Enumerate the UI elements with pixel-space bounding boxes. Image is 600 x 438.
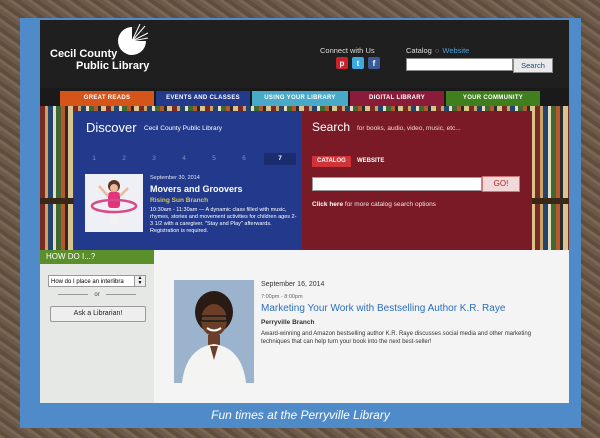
library-logo[interactable]: Cecil County Public Library [50,48,149,72]
nav-digital-library[interactable]: DIGITAL LIBRARY [350,91,444,106]
featured-date: September 16, 2014 [261,281,325,288]
discover-tab-4[interactable]: 4 [174,153,194,165]
event-date: September 30, 2014 [150,175,200,181]
discover-tab-2[interactable]: 2 [114,153,134,165]
author-portrait-image [174,280,254,383]
event-description: 10:30am - 11:30am — A dynamic class fill… [150,207,297,234]
site-header: Cecil County Public Library Connect with… [40,20,569,88]
go-button[interactable]: GO! [482,176,520,192]
twitter-icon[interactable]: t [352,57,364,69]
ask-librarian-button[interactable]: Ask a Librarian! [50,306,146,322]
discover-panel: Discover Cecil County Public Library 1 2… [74,111,302,250]
catalog-search-input[interactable] [312,177,482,191]
discover-title: Discover [86,120,137,135]
child-hula-hoop-image [85,174,143,232]
featured-branch: Perryville Branch [261,319,315,326]
discover-tabs: 1 2 3 4 5 6 7 [84,153,296,165]
featured-time: 7:00pm - 8:00pm [261,294,303,300]
how-do-i-selected: How do I place an interlibra [51,279,124,285]
search-subtitle: for books, audio, video, music, etc... [357,125,461,132]
tab-catalog[interactable]: CATALOG [312,156,351,167]
author-photo[interactable] [174,280,254,383]
search-title: Search [312,120,351,134]
discover-tab-3[interactable]: 3 [144,153,164,165]
nav-your-community[interactable]: YOUR COMMUNITY [446,91,540,106]
nav-events-classes[interactable]: EVENTS AND CLASSES [156,91,250,106]
logo-line2: Public Library [76,60,150,72]
discover-tab-1[interactable]: 1 [84,153,104,165]
featured-event: September 16, 2014 7:00pm - 8:00pm Marke… [154,250,569,403]
header-search-input[interactable] [406,58,513,71]
photo-caption: Fun times at the Perryville Library [211,408,390,422]
header-search-button[interactable]: Search [513,58,553,73]
advanced-search-suffix: for more catalog search options [343,201,436,208]
catalog-option[interactable]: Catalog [406,46,432,55]
how-do-i-panel: HOW DO I...? How do I place an interlibr… [40,250,154,403]
website-screenshot: Cecil County Public Library Connect with… [40,20,569,403]
tab-website[interactable]: WEBSITE [352,156,389,167]
facebook-icon[interactable]: f [368,57,380,69]
search-panel: Search for books, audio, video, music, e… [302,111,532,250]
featured-title[interactable]: Marketing Your Work with Bestselling Aut… [261,303,505,314]
select-arrows-icon: ▲ ▼ [134,276,145,286]
event-branch: Rising Sun Branch [150,197,209,204]
main-nav: GREAT READS EVENTS AND CLASSES USING YOU… [40,88,569,106]
scope-separator-icon: ○ [434,46,440,55]
advanced-search-link[interactable]: Click here [312,201,343,208]
discover-tab-6[interactable]: 6 [234,153,254,165]
event-title[interactable]: Movers and Groovers [150,184,243,194]
discover-subtitle: Cecil County Public Library [144,125,223,132]
connect-label: Connect with Us [320,46,375,55]
website-option[interactable]: Website [442,46,469,55]
how-do-i-title: HOW DO I...? [40,250,154,264]
how-do-i-select[interactable]: How do I place an interlibra ▲ ▼ [48,275,146,287]
social-links: p t f [336,57,380,69]
nav-great-reads[interactable]: GREAT READS [60,91,154,106]
or-divider: or [40,292,154,298]
discover-tab-7[interactable]: 7 [264,153,296,165]
search-scope: Catalog ○ Website [406,46,469,55]
logo-line1: Cecil County [50,48,118,60]
nav-using-library[interactable]: USING YOUR LIBRARY [252,91,348,106]
discover-tab-5[interactable]: 5 [204,153,224,165]
featured-description: Award-winning and Amazon bestselling aut… [261,331,532,345]
event-photo[interactable] [85,174,143,232]
advanced-search-text: Click here for more catalog search optio… [312,201,436,208]
pinterest-icon[interactable]: p [336,57,348,69]
